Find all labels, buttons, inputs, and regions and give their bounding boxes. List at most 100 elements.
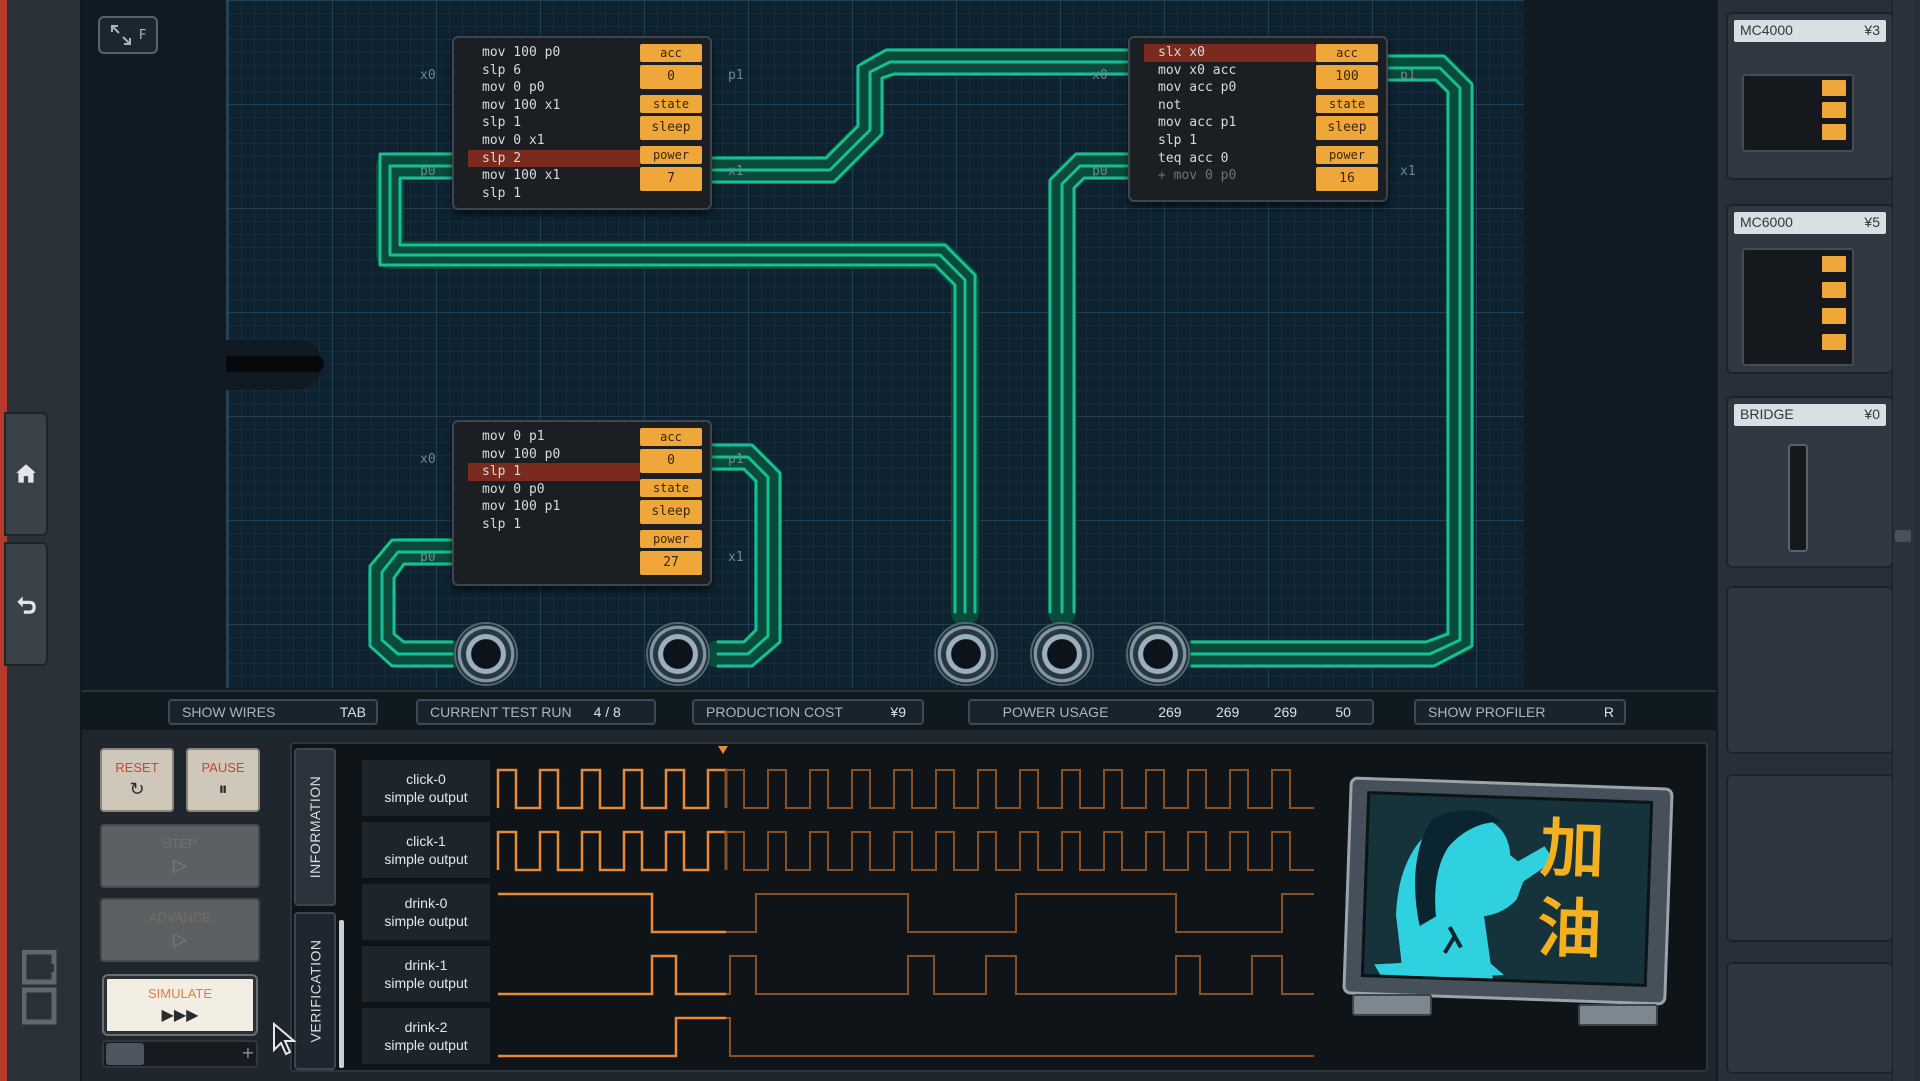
pause-button[interactable]: PAUSE ⏸ <box>186 748 260 812</box>
output-port-drink-1[interactable] <box>1030 622 1094 686</box>
code-line[interactable]: mov 100 p1 <box>468 498 640 516</box>
parts-scrollbar-thumb[interactable] <box>1895 530 1911 542</box>
code-line[interactable]: slp 6 <box>468 62 640 80</box>
zoom-expand-icon <box>110 25 131 45</box>
chip-code[interactable]: slx x0 mov x0 acc mov acc p0 not mov acc… <box>1144 44 1316 194</box>
code-line[interactable]: mov 0 x1 <box>468 132 640 150</box>
show-profiler-toggle[interactable]: SHOW PROFILER R <box>1414 699 1626 725</box>
show-wires-toggle[interactable]: SHOW WIRES TAB <box>168 699 378 725</box>
output-port-click-0[interactable] <box>454 622 518 686</box>
pin-label: p1 <box>728 452 744 467</box>
reset-button[interactable]: RESET ↻ <box>100 748 174 812</box>
chip-mc6000-1[interactable]: mov 100 p0 slp 6 mov 0 p0 mov 100 x1 slp… <box>452 36 712 211</box>
code-line[interactable]: mov 100 p0 <box>468 44 640 62</box>
pin-label: x1 <box>728 164 744 179</box>
step-button[interactable]: STEP ▷ <box>100 824 260 888</box>
code-line[interactable]: mov 0 p0 <box>468 79 640 97</box>
pause-label: PAUSE <box>201 760 245 775</box>
code-line[interactable]: mov 0 p0 <box>468 481 640 499</box>
power-usage-value: 50 <box>1335 704 1351 720</box>
register-label: acc <box>1316 44 1378 62</box>
register-value: sleep <box>640 500 702 524</box>
output-port-click-1[interactable] <box>646 622 710 686</box>
code-line-active[interactable]: slp 1 <box>468 463 640 481</box>
part-bridge[interactable]: BRIDGE ¥0 <box>1726 396 1894 568</box>
signal-name: click-0 <box>406 771 446 787</box>
mini-register <box>1822 124 1846 140</box>
code-line[interactable]: mov acc p0 <box>1144 79 1316 97</box>
zoom-hotkey: F <box>138 27 147 43</box>
register-label: power <box>1316 146 1378 164</box>
tab-verification[interactable]: VERIFICATION <box>294 912 336 1070</box>
show-wires-label: SHOW WIRES <box>182 704 276 720</box>
code-line[interactable]: mov 100 p0 <box>468 446 640 464</box>
register-value: 7 <box>640 167 702 191</box>
code-line[interactable]: slp 1 <box>468 516 640 534</box>
pin-label: p0 <box>420 164 436 179</box>
code-line[interactable]: + mov 0 p0 <box>1144 167 1316 185</box>
tab-information[interactable]: INFORMATION <box>294 748 336 906</box>
part-name: MC6000 <box>1740 214 1793 230</box>
speed-plus-icon[interactable]: + <box>240 1043 256 1065</box>
undo-icon <box>17 596 36 614</box>
code-line[interactable]: slp 1 <box>468 114 640 132</box>
pause-icon: ⏸ <box>218 779 228 799</box>
signal-type: simple output <box>384 851 468 867</box>
signal-label-click-0: click-0 simple output <box>362 760 490 816</box>
simulate-button[interactable]: SIMULATE ▶▶▶ <box>104 976 256 1034</box>
signal-name: drink-0 <box>404 895 448 911</box>
register-label: state <box>640 479 702 497</box>
mini-register <box>1822 334 1846 350</box>
undo-button[interactable] <box>4 542 48 666</box>
chip-mc6000-3[interactable]: mov 0 p1 mov 100 p0 slp 1 mov 0 p0 mov 1… <box>452 420 712 586</box>
zoom-toggle-button[interactable]: F <box>98 16 158 54</box>
code-line[interactable]: mov 100 x1 <box>468 97 640 115</box>
power-usage: POWER USAGE 269 269 269 50 <box>968 699 1374 725</box>
code-line[interactable]: not <box>1144 97 1316 115</box>
speed-slider-thumb[interactable] <box>106 1043 144 1065</box>
code-line-active[interactable]: slp 2 <box>468 149 640 168</box>
register-label: state <box>1316 95 1378 113</box>
monitor-caption: 加 油 <box>1503 808 1639 972</box>
output-port-drink-0[interactable] <box>934 622 998 686</box>
advance-button[interactable]: ADVANCE ▷ <box>100 898 260 962</box>
part-header: MC4000 ¥3 <box>1734 20 1886 42</box>
mini-register <box>1822 80 1846 96</box>
code-line[interactable]: mov acc p1 <box>1144 114 1316 132</box>
chip-code[interactable]: mov 0 p1 mov 100 p0 slp 1 mov 0 p0 mov 1… <box>468 428 640 578</box>
register-label: acc <box>640 428 702 446</box>
register-value: 100 <box>1316 65 1378 89</box>
output-port-drink-2[interactable] <box>1126 622 1190 686</box>
production-cost-label: PRODUCTION COST <box>706 704 843 720</box>
step-icon: ▷ <box>173 855 187 875</box>
code-line[interactable] <box>468 551 640 569</box>
signal-name: click-1 <box>406 833 446 849</box>
monitor-caption-line: 油 <box>1536 891 1603 969</box>
pin-label: p1 <box>728 68 744 83</box>
code-line[interactable]: mov 100 x1 <box>468 167 640 185</box>
code-line[interactable]: mov 0 p1 <box>468 428 640 446</box>
pin-label: x1 <box>1400 164 1416 179</box>
production-cost-value: ¥9 <box>890 704 906 720</box>
code-line[interactable]: teq acc 0 <box>1144 150 1316 168</box>
code-line[interactable]: slp 1 <box>468 185 640 203</box>
code-line[interactable]: mov x0 acc <box>1144 62 1316 80</box>
signal-label-drink-1: drink-1 simple output <box>362 946 490 1002</box>
chip-mc6000-2[interactable]: slx x0 mov x0 acc mov acc p0 not mov acc… <box>1128 36 1388 202</box>
empty-part-slot <box>1726 774 1894 942</box>
show-wires-hotkey: TAB <box>339 704 366 720</box>
part-cost: ¥3 <box>1864 22 1880 38</box>
home-button[interactable] <box>4 412 48 536</box>
code-line[interactable]: slp 1 <box>1144 132 1316 150</box>
part-header: BRIDGE ¥0 <box>1734 404 1886 426</box>
code-line[interactable] <box>468 534 640 552</box>
monitor-foot-left <box>1352 994 1432 1016</box>
code-line-active[interactable]: slx x0 <box>1144 44 1316 62</box>
power-usage-value: 269 <box>1215 704 1240 720</box>
chip-code[interactable]: mov 100 p0 slp 6 mov 0 p0 mov 100 x1 slp… <box>468 44 640 202</box>
tab-information-label: INFORMATION <box>307 775 323 879</box>
mini-register <box>1822 308 1846 324</box>
register-value: 27 <box>640 551 702 575</box>
pin-label: p0 <box>1092 164 1108 179</box>
pin-label: p1 <box>1400 68 1416 83</box>
